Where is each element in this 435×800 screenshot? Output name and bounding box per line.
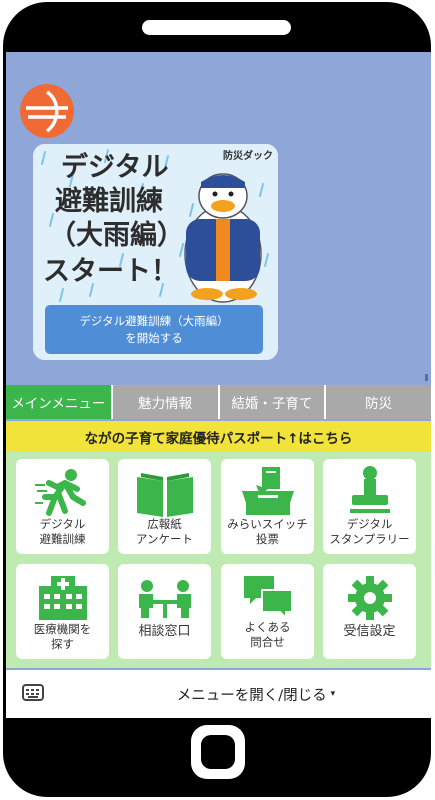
childcare-passport-link[interactable]: ながの子育て家庭優待パスポート↑はこちら [6,421,431,452]
banner-title-line-3: （大雨編） [49,220,184,251]
menu-toggle-button[interactable]: メニューを開く/閉じる ▾ [136,670,376,718]
speech-bubbles-icon [243,576,293,618]
phone-speaker [142,20,291,35]
start-drill-button-line-2: を開始する [125,330,183,345]
running-person-icon [34,469,86,516]
tile-label: 広報紙 アンケート [135,517,194,546]
tile-digital-stamp-rally[interactable]: デジタル スタンプラリー [323,459,416,554]
tile-label: 相談窓口 [138,624,191,639]
banner-title-line-4: スタート！ [43,256,178,287]
consultation-icon [138,580,191,618]
tab-disaster-prevention[interactable]: 防災 [326,385,431,419]
character-label: 防災ダック [223,151,273,162]
tile-mirai-switch-vote[interactable]: みらいスイッチ 投票 [221,459,314,554]
stamp-icon [349,466,390,513]
tile-notification-settings[interactable]: 受信設定 [323,564,416,659]
tile-digital-drill[interactable]: デジタル 避難訓練 [16,459,109,554]
tile-label: デジタル 避難訓練 [39,517,86,546]
tile-consultation-desk[interactable]: 相談窓口 [118,564,211,659]
tile-label: 受信設定 [343,624,396,639]
start-drill-button[interactable]: デジタル避難訓練（大雨編） を開始する [45,305,263,354]
tile-label: よくある 問合せ [244,620,291,649]
caret-down-icon: ▾ [330,689,336,699]
open-book-icon [136,473,193,517]
phone-frame: デジタル 避難訓練 （大雨編） スタート！ 防災ダック デジタル避難訓練（大雨編… [0,0,435,800]
tab-attractions[interactable]: 魅力情報 [112,385,218,419]
start-drill-button-line-1: デジタル避難訓練（大雨編） [79,313,229,328]
app-screen: デジタル 避難訓練 （大雨編） スタート！ 防災ダック デジタル避難訓練（大雨編… [6,52,431,718]
bottom-menu-bar: メニューを開く/閉じる ▾ [6,670,431,718]
tab-marriage-childcare[interactable]: 結婚・子育て [219,385,325,419]
tile-find-medical[interactable]: 医療機関を 探す [16,564,109,659]
tile-label: みらいスイッチ 投票 [227,517,308,546]
gear-icon [347,576,392,620]
home-button[interactable] [191,725,245,779]
menu-toggle-label: メニューを開く/閉じる [176,687,327,704]
banner-title-line-2: 避難訓練 [55,186,163,217]
tile-newsletter-survey[interactable]: 広報紙 アンケート [118,459,211,554]
banner-title-line-1: デジタル [61,152,169,183]
app-logo-icon [20,84,74,138]
menu-grid: デジタル 避難訓練 広報紙 アンケート みらいスイッチ 投票 デジタル スタンプ… [6,452,431,668]
tile-label: 医療機関を 探す [33,622,92,651]
tile-faq[interactable]: よくある 問合せ [221,564,314,659]
ballot-box-icon [241,467,294,515]
scroll-indicator [425,374,428,381]
tab-main-menu[interactable]: メインメニュー [6,385,111,419]
tile-label: デジタル スタンプラリー [329,517,410,546]
keyboard-icon[interactable] [22,684,44,701]
evacuation-drill-banner[interactable]: デジタル 避難訓練 （大雨編） スタート！ 防災ダック デジタル避難訓練（大雨編… [33,144,278,360]
menu-tabs: メインメニュー 魅力情報 結婚・子育て 防災 [6,385,431,419]
hospital-icon [38,576,87,620]
